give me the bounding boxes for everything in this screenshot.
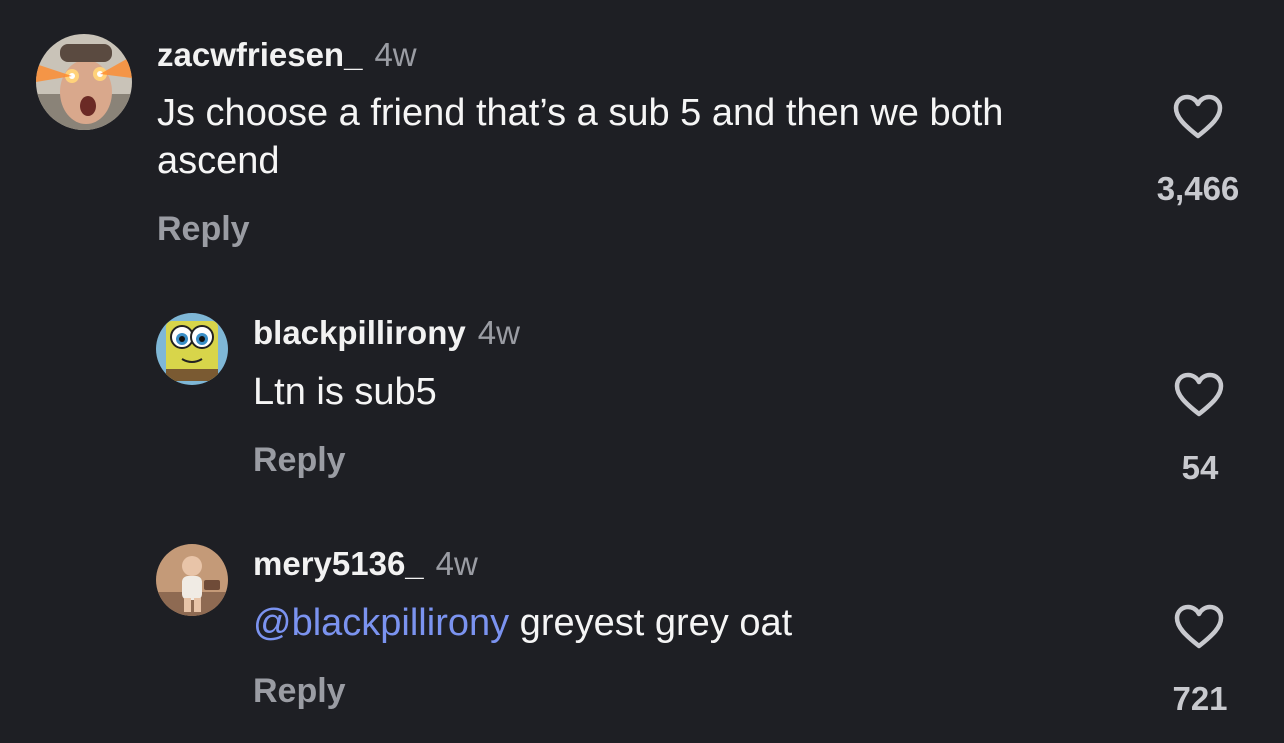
heart-icon	[1174, 372, 1224, 417]
avatar[interactable]	[156, 313, 228, 385]
like-count: 54	[1181, 449, 1219, 486]
comment-username[interactable]: mery5136_ 4w	[253, 545, 478, 583]
child-photo-avatar-icon	[156, 544, 228, 616]
comment-timestamp: 4w	[477, 314, 520, 351]
like-button[interactable]	[1173, 372, 1225, 418]
like-count: 721	[1172, 680, 1228, 717]
username-text[interactable]: zacwfriesen_	[157, 36, 362, 73]
username-text[interactable]: blackpillirony	[253, 314, 466, 351]
comment-username[interactable]: blackpillirony 4w	[253, 314, 520, 352]
cartoon-sponge-avatar-icon	[156, 313, 228, 385]
avatar[interactable]	[36, 34, 132, 130]
avatar[interactable]	[156, 544, 228, 616]
reply-button[interactable]: Reply	[253, 441, 346, 480]
heart-icon	[1173, 94, 1223, 139]
comment-text-body: greyest grey oat	[509, 602, 793, 644]
heart-icon	[1174, 604, 1224, 649]
like-count: 3,466	[1156, 170, 1240, 207]
user-mention-link[interactable]: @blackpillirony	[253, 602, 509, 644]
comment-username[interactable]: zacwfriesen_ 4w	[157, 36, 417, 74]
like-button[interactable]	[1172, 94, 1224, 140]
username-text[interactable]: mery5136_	[253, 545, 424, 582]
comment-text: Ltn is sub5	[253, 371, 437, 413]
comment-text: Js choose a friend that’s a sub 5 and th…	[157, 92, 1004, 182]
comment-timestamp: 4w	[374, 36, 417, 73]
like-button[interactable]	[1173, 604, 1225, 650]
reply-button[interactable]: Reply	[157, 210, 250, 249]
reply-button[interactable]: Reply	[253, 672, 346, 711]
laser-eyes-avatar-icon	[36, 34, 132, 130]
comment-timestamp: 4w	[435, 545, 478, 582]
comment-text: @blackpillirony greyest grey oat	[253, 599, 1113, 647]
